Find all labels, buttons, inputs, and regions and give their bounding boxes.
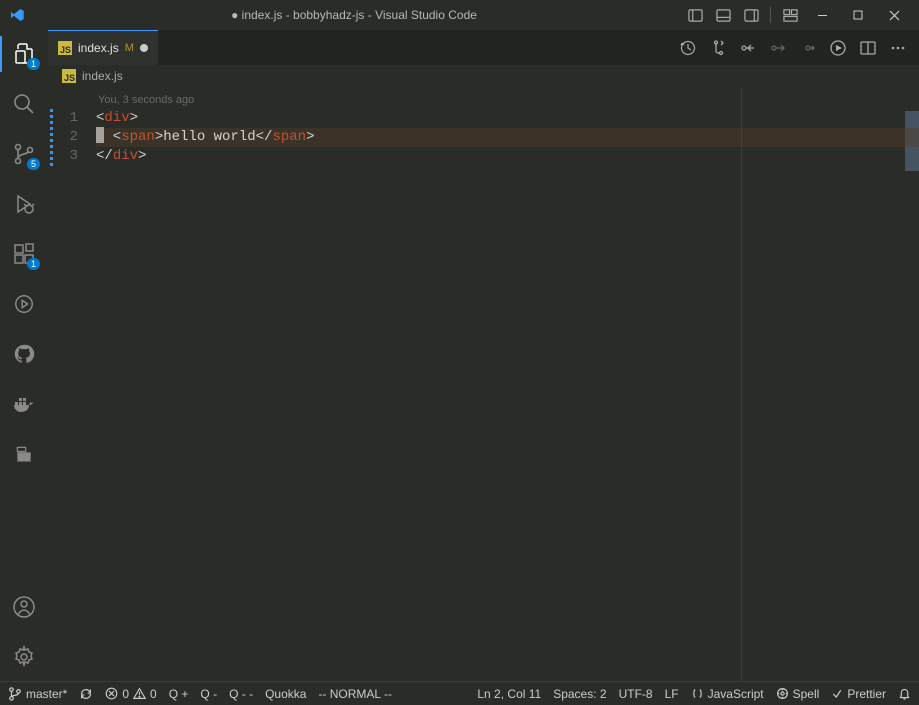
gutter-modified-indicator [50,109,53,166]
status-notifications[interactable] [898,687,911,700]
activity-bar: 1 5 1 [0,30,48,681]
extensions-badge: 1 [27,258,40,270]
activity-run-debug[interactable] [0,186,48,222]
scm-badge: 5 [27,158,40,170]
split-editor-icon[interactable] [857,37,879,59]
status-quokka-label[interactable]: Quokka [265,687,306,701]
maximize-button[interactable] [841,3,875,27]
cursor [96,127,104,143]
code-line: <span>hello world</span> [96,128,919,147]
activity-explorer[interactable]: 1 [0,36,48,72]
explorer-badge: 1 [27,58,40,70]
codelens-author[interactable]: You, 3 seconds ago [96,91,919,109]
status-language[interactable]: JavaScript [691,687,764,701]
tab-index-js[interactable]: JS index.js M [48,30,158,65]
close-button[interactable] [877,3,911,27]
revert-icon[interactable] [797,37,819,59]
more-actions-icon[interactable] [887,37,909,59]
timeline-icon[interactable] [677,37,699,59]
line-number-gutter: 1 2 3 [48,87,96,681]
next-change-icon[interactable] [767,37,789,59]
status-prettier[interactable]: Prettier [831,687,886,701]
tabs-bar: JS index.js M [48,30,919,65]
titlebar: ● index.js - bobbyhadz-js - Visual Studi… [0,0,919,30]
status-vim-mode[interactable]: -- NORMAL -- [318,687,392,701]
code-editor[interactable]: 1 2 3 You, 3 seconds ago <div> <span>hel… [48,87,919,681]
vscode-logo-icon [8,6,26,24]
dirty-indicator: ● [231,8,238,22]
code-area[interactable]: You, 3 seconds ago <div> <span>hello wor… [96,87,919,681]
activity-search[interactable] [0,86,48,122]
status-quokka-minus[interactable]: Q - [200,687,217,701]
breadcrumb[interactable]: JS index.js [48,65,919,87]
activity-github[interactable] [0,336,48,372]
status-eol[interactable]: LF [665,687,679,701]
tab-modified-indicator: M [125,42,134,54]
activity-generic[interactable] [0,436,48,472]
title-text: index.js - bobbyhadz-js - Visual Studio … [242,8,477,22]
code-line: <div> [96,109,919,128]
activity-docker[interactable] [0,386,48,422]
status-problems[interactable]: 0 0 [105,687,156,701]
run-icon[interactable] [827,37,849,59]
status-sync[interactable] [79,687,93,701]
prev-change-icon[interactable] [737,37,759,59]
tab-dirty-icon [140,44,148,52]
status-spell[interactable]: Spell [776,687,820,701]
breadcrumb-filename: index.js [82,69,123,83]
status-quokka-dashes[interactable]: Q - - [229,687,253,701]
customize-layout-icon[interactable] [777,3,803,27]
activity-settings[interactable] [0,639,48,675]
status-indentation[interactable]: Spaces: 2 [553,687,606,701]
tab-filename: index.js [78,41,119,55]
status-cursor-position[interactable]: Ln 2, Col 11 [477,687,541,701]
status-bar: master* 0 0 Q + Q - Q - - Quokka -- NORM… [0,681,919,705]
js-file-icon: JS [58,41,72,55]
diff-icon[interactable] [707,37,729,59]
activity-extensions[interactable]: 1 [0,236,48,272]
code-line: </div> [96,147,919,166]
activity-accounts[interactable] [0,589,48,625]
status-quokka-plus[interactable]: Q + [169,687,189,701]
layout-panel-icon[interactable] [710,3,736,27]
layout-sidebar-left-icon[interactable] [682,3,708,27]
layout-sidebar-right-icon[interactable] [738,3,764,27]
window-title: ● index.js - bobbyhadz-js - Visual Studi… [26,8,682,22]
js-file-icon: JS [62,69,76,83]
status-encoding[interactable]: UTF-8 [619,687,653,701]
status-branch[interactable]: master* [8,687,67,701]
minimize-button[interactable] [805,3,839,27]
separator [770,7,771,23]
activity-quokka[interactable] [0,286,48,322]
activity-source-control[interactable]: 5 [0,136,48,172]
